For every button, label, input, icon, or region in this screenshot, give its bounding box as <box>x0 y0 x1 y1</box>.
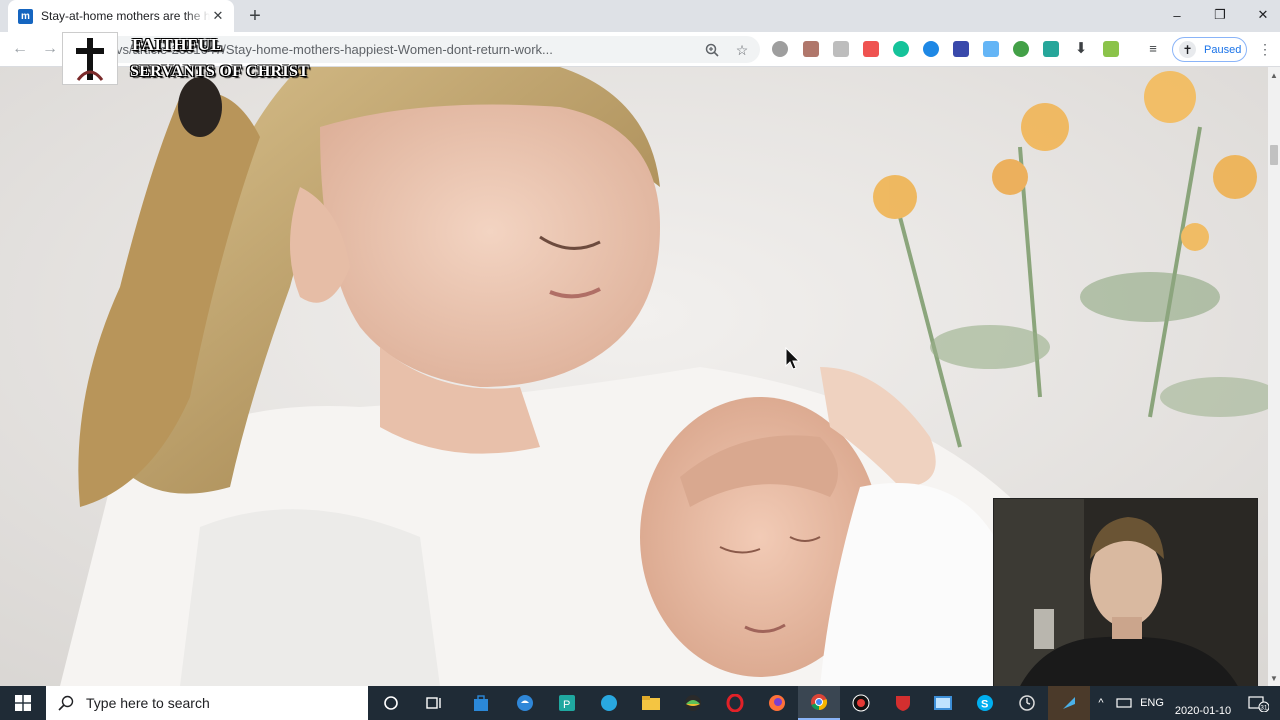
shield-icon[interactable] <box>882 686 924 720</box>
taskbar-search-box[interactable]: Type here to search <box>46 686 368 720</box>
bookmark-star-icon[interactable]: ☆ <box>732 40 752 60</box>
svg-text:S: S <box>981 699 988 711</box>
extension-download-arrow-icon[interactable] <box>983 41 999 57</box>
search-icon <box>58 695 74 711</box>
maximize-button[interactable]: ❐ <box>1197 0 1243 30</box>
blue-globe-app-icon[interactable] <box>588 686 630 720</box>
notification-count: 31 <box>1260 705 1268 712</box>
back-button[interactable]: ← <box>8 38 32 60</box>
cross-logo-icon <box>62 32 118 85</box>
action-center-icon[interactable]: 31 <box>1240 686 1276 720</box>
extension-pocket-icon[interactable] <box>863 41 879 57</box>
start-button[interactable] <box>0 686 46 720</box>
task-view-icon[interactable] <box>414 686 456 720</box>
browser-tab-active[interactable]: m Stay-at-home mothers are the happiest … <box>8 0 234 32</box>
extension-pdf-icon[interactable] <box>803 41 819 57</box>
windows-logo-icon <box>15 695 31 711</box>
extension-globe-icon[interactable] <box>772 41 788 57</box>
show-hidden-icons-icon[interactable]: ^ <box>1092 686 1110 720</box>
clock-app-icon[interactable] <box>1006 686 1048 720</box>
extension-screen-icon[interactable] <box>953 41 969 57</box>
cortana-icon[interactable] <box>370 686 412 720</box>
media-queue-icon[interactable]: ≡ <box>1145 41 1161 57</box>
edge-icon[interactable] <box>504 686 546 720</box>
watermark-line-1: FAITHFUL <box>132 35 223 54</box>
system-clock-date[interactable]: 2020-01-10 <box>1170 686 1236 720</box>
store-icon[interactable] <box>460 686 502 720</box>
svg-text:P: P <box>563 699 570 711</box>
profile-avatar-cross-icon: ✝ <box>1179 41 1196 58</box>
green-app-icon[interactable] <box>672 686 714 720</box>
extension-grammarly-icon[interactable] <box>893 41 909 57</box>
tab-title: Stay-at-home mothers are the happiest <box>41 9 210 23</box>
webcam-overlay <box>993 498 1258 698</box>
record-icon[interactable] <box>840 686 882 720</box>
windows-taskbar: Type here to search P S ^ ENG 2020-01-10… <box>0 686 1280 720</box>
extension-green-plus-icon[interactable] <box>1013 41 1029 57</box>
page-scrollbar[interactable]: ▲ ▼ <box>1268 67 1280 686</box>
zoom-icon[interactable] <box>702 40 722 60</box>
close-window-button[interactable]: ✕ <box>1240 0 1280 30</box>
new-tab-button[interactable]: + <box>244 5 266 27</box>
file-explorer-icon[interactable] <box>630 686 672 720</box>
publisher-app-icon[interactable]: P <box>546 686 588 720</box>
browser-menu-icon[interactable]: ⋮ <box>1258 40 1272 58</box>
tab-strip: m Stay-at-home mothers are the happiest … <box>0 0 1280 32</box>
input-language-indicator[interactable]: ENG <box>1137 686 1167 720</box>
extension-teal-icon[interactable] <box>1043 41 1059 57</box>
network-icon[interactable] <box>1112 686 1136 720</box>
firefox-icon[interactable] <box>756 686 798 720</box>
profile-status-label: Paused <box>1204 43 1242 56</box>
skype-icon[interactable]: S <box>964 686 1006 720</box>
site-favicon-icon: m <box>18 8 33 24</box>
chrome-icon[interactable] <box>798 686 840 720</box>
search-placeholder: Type here to search <box>86 695 210 711</box>
close-tab-icon[interactable]: ✕ <box>210 8 226 24</box>
scroll-down-icon[interactable]: ▼ <box>1268 672 1280 684</box>
downloads-icon[interactable]: ⬇ <box>1073 41 1089 57</box>
profile-button[interactable]: ✝ Paused <box>1172 37 1247 62</box>
scroll-thumb[interactable] <box>1270 145 1278 165</box>
channel-watermark: FAITHFUL SERVANTS OF CHRIST <box>62 32 362 86</box>
extension-lime-icon[interactable] <box>1103 41 1119 57</box>
presenter-webcam-image <box>994 499 1257 697</box>
watermark-line-2: SERVANTS OF CHRIST <box>130 63 310 80</box>
arrow-app-icon[interactable] <box>1048 686 1090 720</box>
extension-blue-circle-icon[interactable] <box>923 41 939 57</box>
scroll-up-icon[interactable]: ▲ <box>1268 69 1280 81</box>
forward-button[interactable]: → <box>38 38 62 60</box>
paint-app-icon[interactable] <box>922 686 964 720</box>
extension-clipper-icon[interactable] <box>833 41 849 57</box>
minimize-button[interactable]: – <box>1154 0 1200 30</box>
opera-icon[interactable] <box>714 686 756 720</box>
